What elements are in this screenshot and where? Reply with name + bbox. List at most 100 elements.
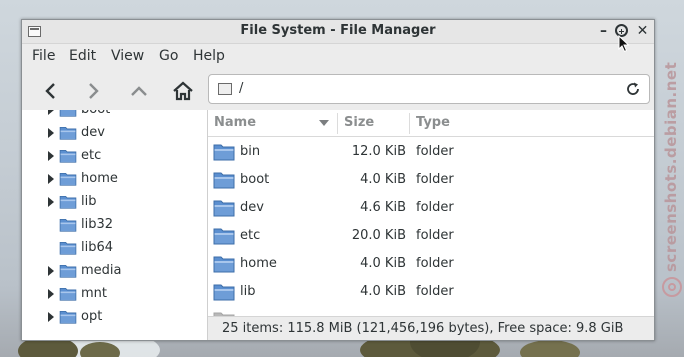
- toolbar: /: [22, 68, 654, 111]
- up-button[interactable]: [124, 76, 154, 106]
- file-type: folder: [416, 144, 454, 159]
- menu-go[interactable]: Go: [159, 48, 178, 64]
- folder-icon: [59, 126, 77, 140]
- expand-arrow-icon[interactable]: [48, 266, 54, 276]
- file-name: etc: [240, 228, 261, 243]
- file-type: folder: [416, 228, 454, 243]
- folder-icon: [59, 195, 77, 209]
- file-list[interactable]: Name Size Type bin 12.0 KiB folder boot 4.0…: [208, 110, 654, 316]
- file-name: home: [240, 256, 277, 271]
- title-bar[interactable]: File System - File Manager – ✕: [22, 20, 654, 44]
- file-row[interactable]: etc 20.0 KiB folder: [208, 222, 654, 250]
- file-name: dev: [240, 200, 264, 215]
- folder-icon: [213, 172, 235, 189]
- expand-arrow-icon[interactable]: [48, 289, 54, 299]
- watermark-logo-icon: [662, 277, 682, 297]
- file-type: folder: [416, 172, 454, 187]
- status-bar: 25 items: 115.8 MiB (121,456,196 bytes),…: [208, 316, 654, 340]
- file-size: 4.0 KiB: [360, 172, 406, 187]
- location-path[interactable]: /: [239, 81, 243, 96]
- file-row[interactable]: bin 12.0 KiB folder: [208, 138, 654, 166]
- tree-item[interactable]: mnt: [22, 283, 207, 306]
- location-bar[interactable]: /: [208, 74, 650, 104]
- tree-item-label: mnt: [81, 286, 107, 301]
- folder-icon: [213, 256, 235, 273]
- file-type: folder: [416, 200, 454, 215]
- up-icon: [131, 86, 147, 96]
- file-type: folder: [416, 256, 454, 271]
- tree-item-label: boot: [81, 110, 110, 117]
- forward-icon: [89, 83, 99, 99]
- file-row[interactable]: home 4.0 KiB folder: [208, 250, 654, 278]
- tree-item-label: lib32: [81, 217, 114, 232]
- file-name: lib: [240, 284, 256, 299]
- expand-arrow-icon[interactable]: [48, 128, 54, 138]
- folder-icon: [59, 310, 77, 324]
- close-button[interactable]: ✕: [634, 23, 651, 40]
- tree-item[interactable]: lib32: [22, 214, 207, 237]
- tree-item-label: home: [81, 171, 118, 186]
- file-name: bin: [240, 144, 261, 159]
- folder-icon: [213, 144, 235, 161]
- watermark-text: screenshots.debian.net: [662, 61, 680, 272]
- tree-item[interactable]: etc: [22, 145, 207, 168]
- tree-item[interactable]: dev: [22, 122, 207, 145]
- status-text: 25 items: 115.8 MiB (121,456,196 bytes),…: [222, 321, 624, 336]
- tree-item-label: lib: [81, 194, 97, 209]
- file-name: boot: [240, 172, 270, 187]
- expand-arrow-icon[interactable]: [48, 110, 54, 115]
- column-header-size[interactable]: Size: [338, 110, 410, 137]
- tree-item[interactable]: lib: [22, 191, 207, 214]
- tree-item[interactable]: lib64: [22, 237, 207, 260]
- folder-icon: [59, 149, 77, 163]
- menu-help[interactable]: Help: [193, 48, 225, 64]
- file-size: 20.0 KiB: [351, 228, 406, 243]
- tree-item[interactable]: boot: [22, 110, 207, 122]
- file-row-partial[interactable]: [208, 306, 654, 316]
- file-row[interactable]: boot 4.0 KiB folder: [208, 166, 654, 194]
- tree-item-label: opt: [81, 309, 103, 324]
- folder-tree[interactable]: boot dev etc home lib lib32 lib64 media …: [22, 110, 208, 340]
- tree-item[interactable]: home: [22, 168, 207, 191]
- menu-edit[interactable]: Edit: [69, 48, 96, 64]
- file-size: 4.0 KiB: [360, 256, 406, 271]
- window-title: File System - File Manager: [240, 23, 436, 38]
- file-row[interactable]: dev 4.6 KiB folder: [208, 194, 654, 222]
- tree-item-label: lib64: [81, 240, 114, 255]
- expand-arrow-icon[interactable]: [48, 174, 54, 184]
- forward-button[interactable]: [78, 76, 108, 106]
- file-size: 12.0 KiB: [351, 144, 406, 159]
- folder-icon: [59, 264, 77, 278]
- folder-icon: [59, 218, 77, 232]
- column-header-type[interactable]: Type: [410, 110, 654, 137]
- tree-item[interactable]: opt: [22, 306, 207, 329]
- sort-descending-icon: [319, 120, 329, 126]
- menu-view[interactable]: View: [111, 48, 144, 64]
- menu-file[interactable]: File: [32, 48, 55, 64]
- home-icon: [173, 81, 193, 101]
- minimize-button[interactable]: –: [595, 23, 612, 40]
- tree-item-label: media: [81, 263, 122, 278]
- expand-arrow-icon[interactable]: [48, 312, 54, 322]
- column-header-name[interactable]: Name: [208, 110, 338, 137]
- folder-icon: [213, 228, 235, 245]
- menu-bar: File Edit View Go Help: [22, 44, 654, 68]
- folder-icon: [213, 284, 235, 301]
- file-row[interactable]: lib 4.0 KiB folder: [208, 278, 654, 306]
- folder-icon: [59, 172, 77, 186]
- folder-icon: [59, 110, 77, 117]
- folder-icon: [59, 241, 77, 255]
- tree-item-label: etc: [81, 148, 102, 163]
- expand-arrow-icon[interactable]: [48, 151, 54, 161]
- drive-icon: [218, 83, 232, 95]
- expand-arrow-icon[interactable]: [48, 197, 54, 207]
- back-button[interactable]: [36, 76, 66, 106]
- folder-icon: [213, 200, 235, 217]
- file-size: 4.0 KiB: [360, 284, 406, 299]
- reload-icon[interactable]: [625, 81, 641, 97]
- file-size: 4.6 KiB: [360, 200, 406, 215]
- folder-icon: [59, 287, 77, 301]
- tree-item[interactable]: media: [22, 260, 207, 283]
- home-button[interactable]: [168, 76, 198, 106]
- tree-item-label: dev: [81, 125, 105, 140]
